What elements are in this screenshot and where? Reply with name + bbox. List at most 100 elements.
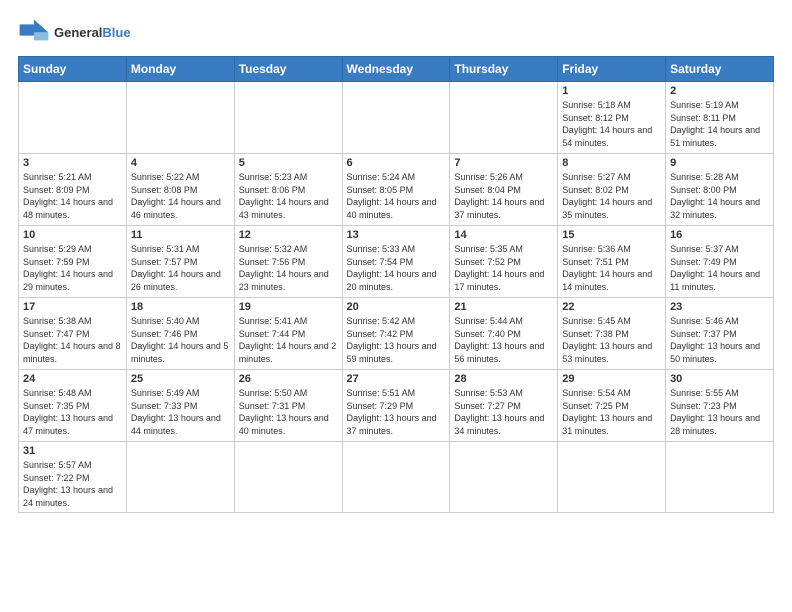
calendar-cell: 17Sunrise: 5:38 AM Sunset: 7:47 PM Dayli… <box>19 298 127 370</box>
calendar-cell: 7 Sunrise: 5:26 AM Sunset: 8:04 PM Daylig… <box>450 154 558 226</box>
day-number: 16 <box>670 229 769 241</box>
day-number: 2 <box>670 85 769 97</box>
calendar-cell <box>342 82 450 154</box>
weekday-header-sunday: Sunday <box>19 57 127 82</box>
calendar-cell: 29 Sunrise: 5:54 AM Sunset: 7:25 PM Dayli… <box>558 370 666 442</box>
calendar-cell <box>234 442 342 513</box>
day-info: Sunrise: 5:28 AM Sunset: 8:00 PM Dayligh… <box>670 171 769 221</box>
day-number: 8 <box>562 157 661 169</box>
calendar-cell: 5Sunrise: 5:23 AM Sunset: 8:06 PM Daylig… <box>234 154 342 226</box>
calendar-cell: 13 Sunrise: 5:33 AM Sunset: 7:54 PM Dayli… <box>342 226 450 298</box>
calendar-cell: 19 Sunrise: 5:41 AM Sunset: 7:44 PM Dayli… <box>234 298 342 370</box>
logo: GeneralBlue <box>18 18 131 46</box>
day-info: Sunrise: 5:23 AM Sunset: 8:06 PM Dayligh… <box>239 171 338 221</box>
calendar-cell: 24 Sunrise: 5:48 AM Sunset: 7:35 PM Dayli… <box>19 370 127 442</box>
calendar-cell: 20 Sunrise: 5:42 AM Sunset: 7:42 PM Dayli… <box>342 298 450 370</box>
calendar-table: SundayMondayTuesdayWednesdayThursdayFrid… <box>18 56 774 513</box>
day-info: Sunrise: 5:55 AM Sunset: 7:23 PM Dayligh… <box>670 387 769 437</box>
logo-text: GeneralBlue <box>54 25 131 40</box>
day-number: 6 <box>347 157 446 169</box>
day-info: Sunrise: 5:46 AM Sunset: 7:37 PM Dayligh… <box>670 315 769 365</box>
day-info: Sunrise: 5:54 AM Sunset: 7:25 PM Dayligh… <box>562 387 661 437</box>
calendar-week-3: 10 Sunrise: 5:29 AM Sunset: 7:59 PM Dayli… <box>19 226 774 298</box>
weekday-header-friday: Friday <box>558 57 666 82</box>
day-info: Sunrise: 5:26 AM Sunset: 8:04 PM Dayligh… <box>454 171 553 221</box>
day-number: 27 <box>347 373 446 385</box>
weekday-header-saturday: Saturday <box>666 57 774 82</box>
calendar-cell: 6 Sunrise: 5:24 AM Sunset: 8:05 PM Daylig… <box>342 154 450 226</box>
day-number: 3 <box>23 157 122 169</box>
logo-icon <box>18 18 50 46</box>
day-info: Sunrise: 5:44 AM Sunset: 7:40 PM Dayligh… <box>454 315 553 365</box>
day-number: 29 <box>562 373 661 385</box>
calendar-week-6: 31Sunrise: 5:57 AM Sunset: 7:22 PM Dayli… <box>19 442 774 513</box>
weekday-header-monday: Monday <box>126 57 234 82</box>
calendar-cell <box>450 82 558 154</box>
day-number: 15 <box>562 229 661 241</box>
weekday-header-wednesday: Wednesday <box>342 57 450 82</box>
day-number: 20 <box>347 301 446 313</box>
calendar-cell: 26Sunrise: 5:50 AM Sunset: 7:31 PM Dayli… <box>234 370 342 442</box>
calendar-week-2: 3 Sunrise: 5:21 AM Sunset: 8:09 PM Daylig… <box>19 154 774 226</box>
calendar-cell: 21 Sunrise: 5:44 AM Sunset: 7:40 PM Dayli… <box>450 298 558 370</box>
calendar-cell: 3 Sunrise: 5:21 AM Sunset: 8:09 PM Daylig… <box>19 154 127 226</box>
calendar-cell: 16Sunrise: 5:37 AM Sunset: 7:49 PM Dayli… <box>666 226 774 298</box>
weekday-header-row: SundayMondayTuesdayWednesdayThursdayFrid… <box>19 57 774 82</box>
day-info: Sunrise: 5:48 AM Sunset: 7:35 PM Dayligh… <box>23 387 122 437</box>
calendar-cell: 25Sunrise: 5:49 AM Sunset: 7:33 PM Dayli… <box>126 370 234 442</box>
calendar-cell: 18Sunrise: 5:40 AM Sunset: 7:46 PM Dayli… <box>126 298 234 370</box>
day-info: Sunrise: 5:19 AM Sunset: 8:11 PM Dayligh… <box>670 99 769 149</box>
day-number: 17 <box>23 301 122 313</box>
day-info: Sunrise: 5:57 AM Sunset: 7:22 PM Dayligh… <box>23 459 122 509</box>
day-number: 11 <box>131 229 230 241</box>
day-info: Sunrise: 5:29 AM Sunset: 7:59 PM Dayligh… <box>23 243 122 293</box>
day-number: 19 <box>239 301 338 313</box>
calendar-cell: 11 Sunrise: 5:31 AM Sunset: 7:57 PM Dayli… <box>126 226 234 298</box>
calendar-cell <box>126 442 234 513</box>
day-number: 22 <box>562 301 661 313</box>
day-number: 24 <box>23 373 122 385</box>
day-number: 7 <box>454 157 553 169</box>
day-info: Sunrise: 5:53 AM Sunset: 7:27 PM Dayligh… <box>454 387 553 437</box>
day-number: 1 <box>562 85 661 97</box>
day-info: Sunrise: 5:24 AM Sunset: 8:05 PM Dayligh… <box>347 171 446 221</box>
calendar-cell: 30Sunrise: 5:55 AM Sunset: 7:23 PM Dayli… <box>666 370 774 442</box>
calendar-cell <box>19 82 127 154</box>
calendar-cell: 28Sunrise: 5:53 AM Sunset: 7:27 PM Dayli… <box>450 370 558 442</box>
day-info: Sunrise: 5:41 AM Sunset: 7:44 PM Dayligh… <box>239 315 338 365</box>
calendar-cell: 27 Sunrise: 5:51 AM Sunset: 7:29 PM Dayli… <box>342 370 450 442</box>
day-number: 10 <box>23 229 122 241</box>
calendar-cell: 2 Sunrise: 5:19 AM Sunset: 8:11 PM Daylig… <box>666 82 774 154</box>
calendar-cell: 8 Sunrise: 5:27 AM Sunset: 8:02 PM Daylig… <box>558 154 666 226</box>
day-info: Sunrise: 5:33 AM Sunset: 7:54 PM Dayligh… <box>347 243 446 293</box>
calendar-week-1: 1Sunrise: 5:18 AM Sunset: 8:12 PM Daylig… <box>19 82 774 154</box>
day-number: 13 <box>347 229 446 241</box>
calendar-cell: 10 Sunrise: 5:29 AM Sunset: 7:59 PM Dayli… <box>19 226 127 298</box>
calendar-cell: 4 Sunrise: 5:22 AM Sunset: 8:08 PM Daylig… <box>126 154 234 226</box>
day-number: 4 <box>131 157 230 169</box>
day-number: 12 <box>239 229 338 241</box>
calendar-cell <box>342 442 450 513</box>
calendar-cell: 1Sunrise: 5:18 AM Sunset: 8:12 PM Daylig… <box>558 82 666 154</box>
calendar-cell: 14Sunrise: 5:35 AM Sunset: 7:52 PM Dayli… <box>450 226 558 298</box>
calendar-cell: 31Sunrise: 5:57 AM Sunset: 7:22 PM Dayli… <box>19 442 127 513</box>
calendar-cell: 12Sunrise: 5:32 AM Sunset: 7:56 PM Dayli… <box>234 226 342 298</box>
day-info: Sunrise: 5:27 AM Sunset: 8:02 PM Dayligh… <box>562 171 661 221</box>
day-info: Sunrise: 5:42 AM Sunset: 7:42 PM Dayligh… <box>347 315 446 365</box>
calendar-cell <box>558 442 666 513</box>
day-number: 18 <box>131 301 230 313</box>
calendar-cell <box>450 442 558 513</box>
calendar-cell: 9 Sunrise: 5:28 AM Sunset: 8:00 PM Daylig… <box>666 154 774 226</box>
day-info: Sunrise: 5:35 AM Sunset: 7:52 PM Dayligh… <box>454 243 553 293</box>
calendar-cell <box>234 82 342 154</box>
day-info: Sunrise: 5:21 AM Sunset: 8:09 PM Dayligh… <box>23 171 122 221</box>
header: GeneralBlue <box>18 18 774 46</box>
calendar-cell: 15Sunrise: 5:36 AM Sunset: 7:51 PM Dayli… <box>558 226 666 298</box>
day-number: 9 <box>670 157 769 169</box>
day-number: 21 <box>454 301 553 313</box>
weekday-header-tuesday: Tuesday <box>234 57 342 82</box>
day-info: Sunrise: 5:22 AM Sunset: 8:08 PM Dayligh… <box>131 171 230 221</box>
day-info: Sunrise: 5:31 AM Sunset: 7:57 PM Dayligh… <box>131 243 230 293</box>
day-info: Sunrise: 5:45 AM Sunset: 7:38 PM Dayligh… <box>562 315 661 365</box>
day-info: Sunrise: 5:51 AM Sunset: 7:29 PM Dayligh… <box>347 387 446 437</box>
